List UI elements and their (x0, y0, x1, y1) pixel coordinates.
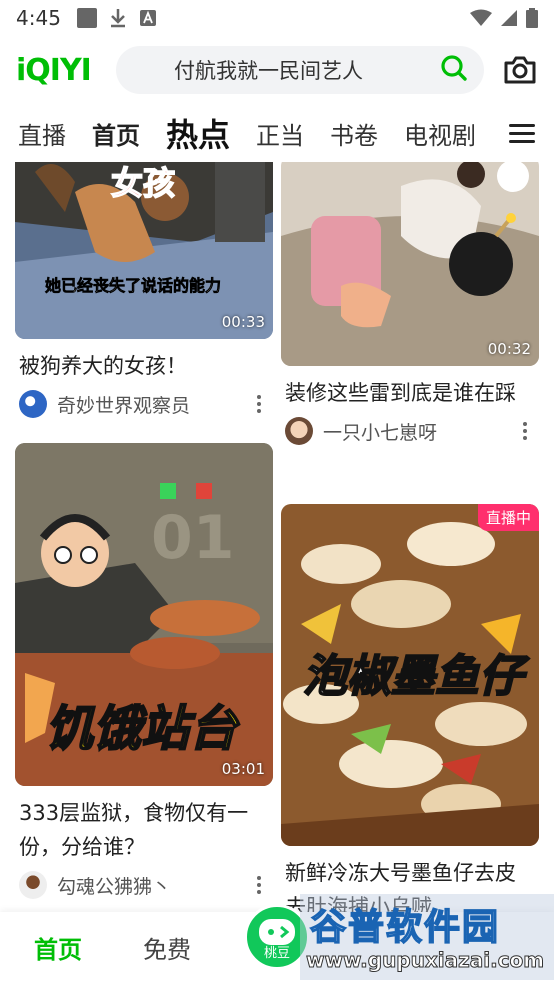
author-name[interactable]: 一只小七崽呀 (323, 418, 515, 445)
video-duration: 00:33 (221, 313, 265, 331)
top-header: iQIYI 付航我就一民间艺人 (0, 36, 554, 104)
live-badge: 直播中 (477, 504, 539, 531)
status-bar: 4:45 (0, 0, 554, 36)
iqiyi-logo[interactable]: iQIYI (16, 53, 102, 88)
video-feed[interactable]: 女孩 她已经丧失了说话的能力 00:33 被狗养大的女孩！ 奇妙世界观察员 01… (0, 162, 554, 912)
video-duration: 03:01 (221, 760, 265, 778)
video-thumbnail[interactable]: 女孩 她已经丧失了说话的能力 00:33 (15, 162, 273, 339)
font-a-icon (139, 9, 157, 27)
avatar[interactable] (19, 390, 47, 418)
tab-zhengdang[interactable]: 正当 (256, 116, 304, 151)
author-row: 勾魂公狒狒丶 (15, 870, 273, 900)
thumbnail-image (281, 162, 539, 366)
author-name[interactable]: 勾魂公狒狒丶 (57, 872, 249, 899)
video-card[interactable]: 00:32 装修这些雷到底是谁在踩 一只小七崽呀 (281, 162, 539, 446)
menu-icon (509, 119, 535, 148)
nav-home[interactable]: 首页 (34, 930, 82, 965)
site-watermark: 谷普软件园 www.gupuxiazai.com (300, 894, 554, 980)
tab-hot[interactable]: 热点 (166, 110, 230, 156)
video-duration: 00:32 (487, 340, 531, 358)
video-card[interactable]: 01 饥饿站台 03:01 333层监狱，食物仅有一份，分给谁？ 勾魂公狒狒丶 (15, 443, 273, 900)
system-icons (470, 8, 538, 28)
tab-live[interactable]: 直播 (18, 116, 66, 151)
camera-icon[interactable] (502, 52, 538, 88)
status-time: 4:45 (16, 6, 61, 30)
author-name[interactable]: 奇妙世界观察员 (57, 391, 249, 418)
search-query[interactable]: 付航我就一民间艺人 (174, 55, 440, 85)
video-card[interactable]: 女孩 她已经丧失了说话的能力 00:33 被狗养大的女孩！ 奇妙世界观察员 (15, 162, 273, 419)
avatar[interactable] (285, 417, 313, 445)
watermark-title: 谷普软件园 (309, 906, 501, 949)
video-title[interactable]: 333层监狱，食物仅有一份，分给谁？ (15, 796, 273, 864)
download-icon (109, 8, 127, 28)
thumbnail-title-overlay: 泡椒墨鱼仔 (302, 650, 524, 703)
video-title[interactable]: 装修这些雷到底是谁在踩 (281, 376, 539, 410)
tab-books[interactable]: 书卷 (330, 116, 378, 151)
more-options-icon[interactable] (249, 395, 269, 413)
search-bar[interactable]: 付航我就一民间艺人 (116, 46, 484, 94)
more-options-icon[interactable] (515, 422, 535, 440)
wifi-icon (470, 9, 492, 27)
signal-icon (500, 9, 518, 27)
avatar[interactable] (19, 871, 47, 899)
channel-menu-button[interactable] (490, 104, 554, 162)
channel-tabs: 直播 首页 热点 正当 书卷 电视剧 (0, 104, 554, 162)
watermark-url: www.gupuxiazai.com (305, 948, 545, 973)
video-thumbnail[interactable]: 直播中 泡椒墨鱼仔 (281, 504, 539, 846)
author-row: 奇妙世界观察员 (15, 389, 273, 419)
video-thumbnail[interactable]: 01 饥饿站台 03:01 (15, 443, 273, 786)
video-thumbnail[interactable]: 00:32 (281, 162, 539, 366)
live-card[interactable]: 直播中 泡椒墨鱼仔 新鲜冷冻大号墨鱼仔去皮去肚海捕小乌贼 (281, 504, 539, 912)
battery-icon (526, 8, 538, 28)
tab-tv-series[interactable]: 电视剧 (404, 116, 476, 151)
peach-bean-label: 桃豆 (263, 946, 290, 961)
thumbnail-title-overlay: 女孩 (110, 163, 176, 203)
thumbnail-title-overlay: 饥饿站台 (44, 700, 238, 758)
app-notification-icon (76, 8, 97, 28)
author-row: 一只小七崽呀 (281, 416, 539, 446)
video-title[interactable]: 被狗养大的女孩！ (15, 349, 273, 383)
tab-home[interactable]: 首页 (92, 116, 140, 151)
more-options-icon[interactable] (249, 876, 269, 894)
notification-icons (76, 8, 157, 28)
nav-free[interactable]: 免费 (143, 930, 191, 965)
thumbnail-caption: 她已经丧失了说话的能力 (45, 276, 222, 296)
search-icon[interactable] (440, 54, 468, 86)
thumbnail-number: 01 (151, 503, 235, 573)
